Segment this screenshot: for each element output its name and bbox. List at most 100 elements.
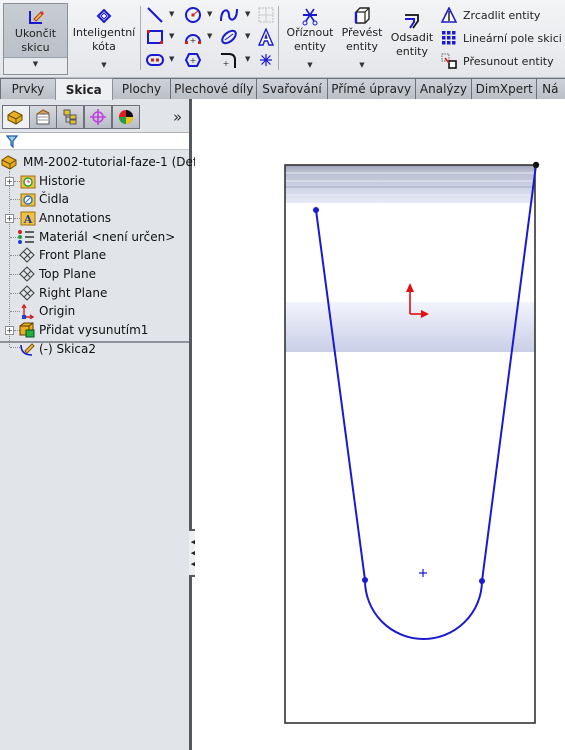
tab-prvky[interactable]: Prvky: [0, 78, 56, 99]
convert-label-2: entity: [346, 40, 378, 53]
tree-item-label: Front Plane: [39, 248, 107, 262]
sketch-endpoint[interactable]: [313, 207, 319, 213]
linear-pattern-button[interactable]: Lineární pole skici: [441, 28, 562, 48]
configuration-manager-tab[interactable]: [56, 105, 84, 129]
tab-next-truncated[interactable]: Ná: [536, 78, 565, 99]
offset-label-1: Odsadit: [390, 31, 434, 44]
sketch-endpoint-coincident[interactable]: [532, 161, 540, 169]
more-tabs-icon[interactable]: »: [173, 108, 182, 126]
tree-item-cidla[interactable]: Čidla: [20, 190, 69, 208]
panel-tabs: »: [0, 105, 189, 129]
offset-entities-button[interactable]: Odsadit entity: [388, 8, 436, 80]
sketch-picture-button[interactable]: [255, 5, 277, 25]
property-manager-tab[interactable]: [29, 105, 57, 129]
tree-item-annotations[interactable]: A Annotations: [20, 209, 111, 227]
spline-tool-button[interactable]: [218, 5, 240, 25]
text-tool-button[interactable]: [255, 27, 277, 47]
offset-entities-icon: [388, 11, 436, 31]
sketch-endpoint[interactable]: [362, 577, 368, 583]
expand-icon[interactable]: +: [5, 177, 14, 186]
rectangle-tool-button[interactable]: [144, 27, 166, 47]
slot-tool-button[interactable]: [144, 50, 166, 70]
ellipse-icon: [221, 29, 237, 45]
filter-icon[interactable]: [6, 135, 18, 148]
expand-icon[interactable]: +: [5, 326, 14, 335]
move-entities-button[interactable]: Přesunout entity: [441, 51, 554, 71]
plane-icon: [19, 266, 35, 282]
tree-item-skica2[interactable]: (-) Skica2: [18, 340, 96, 358]
arc-dropdown-icon[interactable]: ▼: [207, 32, 212, 40]
graphics-canvas: [284, 161, 540, 724]
tree-item-material[interactable]: Materiál <není určen>: [16, 228, 175, 246]
line-tool-button[interactable]: [144, 5, 166, 25]
svg-text:A: A: [23, 213, 33, 226]
polygon-tool-button[interactable]: +: [182, 50, 204, 70]
tree-item-historie[interactable]: Historie: [20, 172, 85, 190]
exit-sketch-button[interactable]: Ukončit skicu ▼: [3, 3, 68, 75]
tab-dimxpert[interactable]: DimXpert: [471, 78, 538, 99]
tab-plechove-dily[interactable]: Plechové díly: [170, 78, 258, 99]
solidworks-window: Ukončit skicu ▼ Inteligentní kóta ▼ ▼ ▼ …: [0, 0, 565, 750]
tree-item-origin[interactable]: Origin: [18, 302, 75, 320]
line-dropdown-icon[interactable]: ▼: [169, 10, 174, 18]
sketch-icon: [20, 343, 35, 356]
ellipse-tool-button[interactable]: [218, 27, 240, 47]
tree-root-part[interactable]: MM-2002-tutorial-faze-1 (Defa: [0, 153, 204, 171]
tree-item-top-plane[interactable]: Top Plane: [18, 265, 96, 283]
annotations-icon: A: [20, 211, 36, 226]
tab-analyzy[interactable]: Analýzy: [414, 78, 473, 99]
arc-center-point[interactable]: [419, 569, 427, 577]
spline-dropdown-icon[interactable]: ▼: [245, 10, 250, 18]
feature-manager-tab[interactable]: [2, 105, 30, 129]
arc-tool-button[interactable]: +: [182, 27, 204, 47]
smart-dimension-button[interactable]: Inteligentní kóta ▼: [70, 3, 138, 75]
arc-icon: +: [185, 34, 201, 45]
rectangle-dropdown-icon[interactable]: ▼: [169, 32, 174, 40]
tree-item-extrude[interactable]: Přidat vysunutím1: [18, 321, 148, 339]
circle-tool-button[interactable]: [182, 5, 204, 25]
point-icon: [260, 54, 272, 66]
command-manager-ribbon: Ukončit skicu ▼ Inteligentní kóta ▼ ▼ ▼ …: [0, 0, 565, 78]
sketch-line-right[interactable]: [481, 164, 537, 582]
sketch-skica2[interactable]: [313, 161, 540, 640]
circle-dropdown-icon[interactable]: ▼: [207, 10, 212, 18]
dimxpert-manager-tab[interactable]: [84, 105, 112, 129]
sensors-folder-icon: [20, 193, 36, 207]
command-manager-tabs: Prvky Skica Plochy Plechové díly Svařová…: [0, 78, 565, 100]
chevron-down-icon[interactable]: ▼: [283, 58, 337, 72]
tree-item-right-plane[interactable]: Right Plane: [18, 284, 107, 302]
mirror-icon: [441, 7, 457, 23]
tab-skica[interactable]: Skica: [54, 78, 113, 100]
point-tool-button[interactable]: [255, 50, 277, 70]
grid-icon: [258, 7, 274, 23]
chevron-down-icon[interactable]: ▼: [338, 58, 386, 72]
sketch-arc[interactable]: [363, 579, 483, 640]
fillet-dropdown-icon[interactable]: ▼: [245, 55, 250, 63]
mirror-label: Zrcadlit entity: [463, 8, 541, 22]
graphics-area[interactable]: [195, 99, 565, 750]
convert-entities-button[interactable]: Převést entity ▼: [338, 3, 386, 75]
tab-plochy[interactable]: Plochy: [111, 78, 172, 99]
mirror-entities-button[interactable]: Zrcadlit entity: [441, 5, 540, 25]
tab-svarovani[interactable]: Svařování: [256, 78, 328, 99]
trim-entities-button[interactable]: Oříznout entity ▼: [283, 3, 337, 75]
linear-pattern-label: Lineární pole skici: [463, 31, 562, 45]
sketch-line-left[interactable]: [315, 209, 366, 581]
text-icon: [257, 28, 275, 46]
tree-item-front-plane[interactable]: Front Plane: [18, 246, 106, 264]
chevron-down-icon[interactable]: ▼: [70, 58, 138, 72]
fillet-tool-button[interactable]: +: [218, 50, 240, 70]
tab-prime-upravy[interactable]: Přímé úpravy: [326, 78, 416, 99]
part-icon: [7, 110, 23, 125]
sketch-endpoint[interactable]: [479, 578, 485, 584]
tree-connector: [10, 199, 20, 200]
tree-item-label: Origin: [39, 304, 76, 318]
part-name: MM-2002-tutorial-faze-1 (Defa: [23, 155, 205, 169]
ellipse-dropdown-icon[interactable]: ▼: [245, 32, 250, 40]
exit-sketch-icon: [4, 7, 67, 27]
display-manager-tab[interactable]: [112, 105, 140, 129]
chevron-down-icon[interactable]: ▼: [4, 57, 67, 71]
slot-dropdown-icon[interactable]: ▼: [169, 55, 174, 63]
filter-bar[interactable]: [0, 132, 189, 150]
expand-icon[interactable]: +: [5, 214, 14, 223]
